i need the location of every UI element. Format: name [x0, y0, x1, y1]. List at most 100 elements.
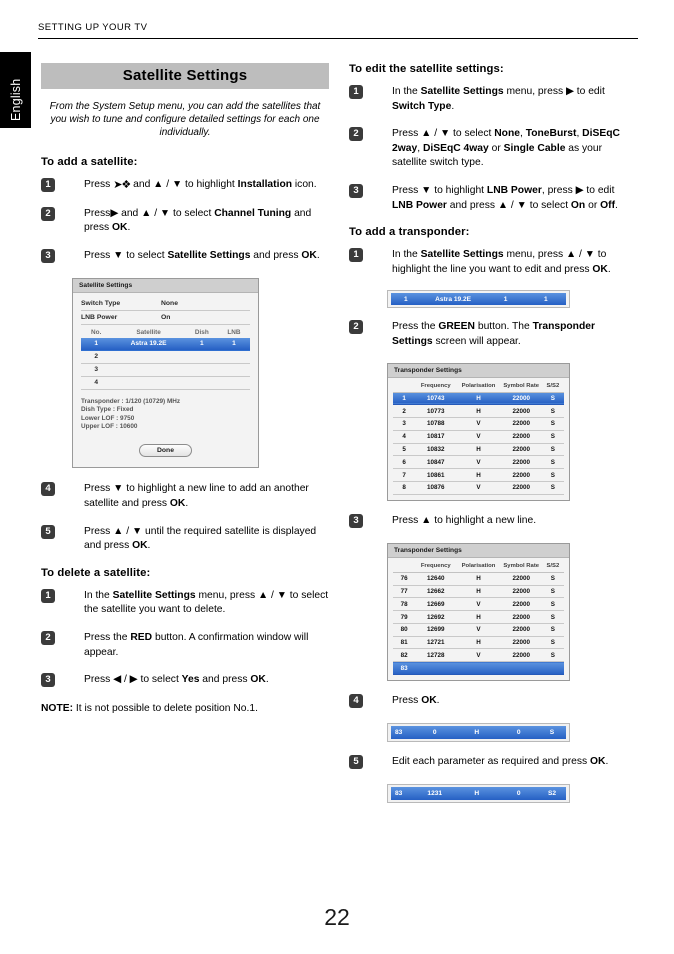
table-row[interactable]: 83 1231 H 0 S2 [391, 787, 566, 801]
cell-index: 81 [393, 636, 416, 650]
cell-s-s2: S [541, 585, 564, 599]
done-button-wrapper: Done [81, 444, 250, 458]
cell-satellite: Astra 19.2E [420, 293, 486, 306]
table-row[interactable]: 2 10773 H 22000 S [393, 404, 564, 419]
info-lower-lof: Lower LOF : 9750 [81, 414, 135, 422]
cell-polarisation: V [456, 430, 501, 444]
step-transponder-2: 2 Press the GREEN button. The Transponde… [349, 320, 637, 349]
table-row[interactable]: 81 12721 H 22000 S [393, 636, 564, 650]
table-row[interactable]: 4 [81, 376, 250, 390]
table-row[interactable]: 82 12728 V 22000 S [393, 648, 564, 663]
cell-no: 1 [81, 337, 112, 351]
table-row[interactable]: 78 12669 V 22000 S [393, 597, 564, 612]
cell-polarisation: V [456, 481, 501, 495]
transponder-settings-panel-2: Transponder Settings Frequency Polarisat… [387, 542, 570, 682]
page-title-banner: Satellite Settings [41, 63, 329, 89]
satellite-list-table: No. Satellite Dish LNB 1 Astra 19.2E 1 1… [81, 327, 250, 390]
cell-polarisation: H [456, 585, 501, 599]
cell-no: 1 [391, 293, 421, 306]
step-edit-2: 2 Press ▲ / ▼ to select None, ToneBurst,… [349, 127, 637, 171]
step-number-badge: 5 [41, 524, 55, 539]
table-row[interactable]: 3 [81, 363, 250, 377]
cell-frequency: 12669 [415, 597, 457, 612]
lnb-power-row[interactable]: LNB Power On [81, 311, 250, 325]
table-row[interactable]: 1 Astra 19.2E 1 1 [391, 293, 566, 306]
column-header-index [393, 380, 416, 393]
cell-index: 78 [393, 597, 416, 612]
lnb-power-label: LNB Power [81, 313, 118, 321]
cell-s-s2[interactable]: S [538, 726, 566, 740]
table-row[interactable]: 79 12692 H 22000 S [393, 610, 564, 624]
column-header-s-s2: S/S2 [541, 380, 564, 393]
table-row[interactable]: 4 10817 V 22000 S [393, 430, 564, 444]
right-column: To edit the satellite settings: 1 In the… [349, 63, 637, 816]
cell-frequency[interactable]: 1231 [415, 787, 454, 801]
done-button[interactable]: Done [139, 444, 192, 458]
cell-s-s2[interactable]: S2 [538, 787, 566, 801]
cell-polarisation: H [456, 443, 501, 457]
step-number-badge: 1 [41, 177, 55, 192]
cell-s-s2: S [541, 597, 564, 612]
cell-symbol-rate[interactable]: 0 [499, 726, 538, 740]
cell-s-s2: S [541, 417, 564, 431]
transponder-table-body: 1 10743 H 22000 S 2 10773 H 22000 S 3 10… [393, 392, 564, 495]
cell-lnb: 1 [525, 293, 566, 306]
step-number-badge: 3 [41, 673, 55, 688]
table-row[interactable]: 77 12662 H 22000 S [393, 585, 564, 599]
cell-symbol-rate[interactable]: 0 [499, 787, 538, 801]
cell-polarisation: H [456, 468, 501, 482]
cell-symbol-rate: 22000 [500, 404, 542, 419]
cell-polarisation[interactable]: H [454, 726, 500, 740]
step-number-badge: 2 [349, 127, 363, 142]
table-row[interactable]: 7 10861 H 22000 S [393, 468, 564, 482]
table-row[interactable]: 5 10832 H 22000 S [393, 443, 564, 457]
cell-satellite [111, 350, 186, 364]
cell-index: 1 [393, 392, 416, 406]
column-header-symbol-rate: Symbol Rate [500, 560, 542, 573]
table-row[interactable]: 3 10788 V 22000 S [393, 417, 564, 431]
cell-symbol-rate: 22000 [500, 468, 542, 482]
cell-frequency[interactable]: 0 [415, 726, 454, 740]
cell-symbol-rate: 22000 [500, 481, 542, 495]
cell-frequency: 10876 [415, 481, 457, 495]
cell-satellite [111, 376, 186, 390]
cell-polarisation: H [456, 572, 501, 586]
table-row[interactable]: 2 [81, 350, 250, 364]
cell-polarisation: H [456, 610, 501, 624]
table-row[interactable]: 76 12640 H 22000 S [393, 572, 564, 586]
cell-index: 79 [393, 610, 416, 624]
cell-index: 4 [393, 430, 416, 444]
cell-polarisation[interactable]: H [454, 787, 500, 801]
table-header-row: Frequency Polarisation Symbol Rate S/S2 [393, 380, 564, 393]
switch-type-row[interactable]: Switch Type None [81, 297, 250, 311]
cell-symbol-rate: 22000 [500, 417, 542, 431]
table-row[interactable]: 1 Astra 19.2E 1 1 [81, 337, 250, 351]
cell-frequency [415, 661, 457, 676]
table-row[interactable]: 8 10876 V 22000 S [393, 481, 564, 495]
transponder-panel-title: Transponder Settings [388, 363, 569, 378]
cell-frequency: 12699 [415, 623, 457, 637]
cell-index: 76 [393, 572, 416, 586]
table-row[interactable]: 1 10743 H 22000 S [393, 392, 564, 406]
step-number-badge: 3 [349, 183, 363, 198]
step-number-badge: 3 [41, 248, 55, 263]
info-transponder: Transponder : 1/120 (10729) MHz [81, 397, 181, 405]
satellite-info-block: Transponder : 1/120 (10729) MHz Dish Typ… [81, 398, 250, 432]
language-tab: English [0, 52, 31, 128]
cell-frequency: 10847 [415, 455, 457, 470]
table-row[interactable]: 83 0 H 0 S [391, 726, 566, 740]
satellite-row-strip: 1 Astra 19.2E 1 1 [387, 290, 570, 309]
transponder-edit-bar-2-table: 83 1231 H 0 S2 [391, 787, 566, 801]
cell-polarisation: H [456, 404, 501, 419]
cell-satellite [111, 363, 186, 377]
step-number-badge: 2 [41, 630, 55, 645]
step-text: Press OK. [392, 695, 440, 707]
step-text: Edit each parameter as required and pres… [392, 756, 609, 768]
table-row[interactable]: 6 10847 V 22000 S [393, 455, 564, 470]
cell-symbol-rate: 22000 [500, 392, 542, 406]
cell-frequency: 10861 [415, 468, 457, 482]
table-row[interactable]: 83 [393, 661, 564, 676]
table-row[interactable]: 80 12699 V 22000 S [393, 623, 564, 637]
intro-paragraph: From the System Setup menu, you can add … [49, 101, 321, 139]
cell-dish [185, 363, 218, 377]
